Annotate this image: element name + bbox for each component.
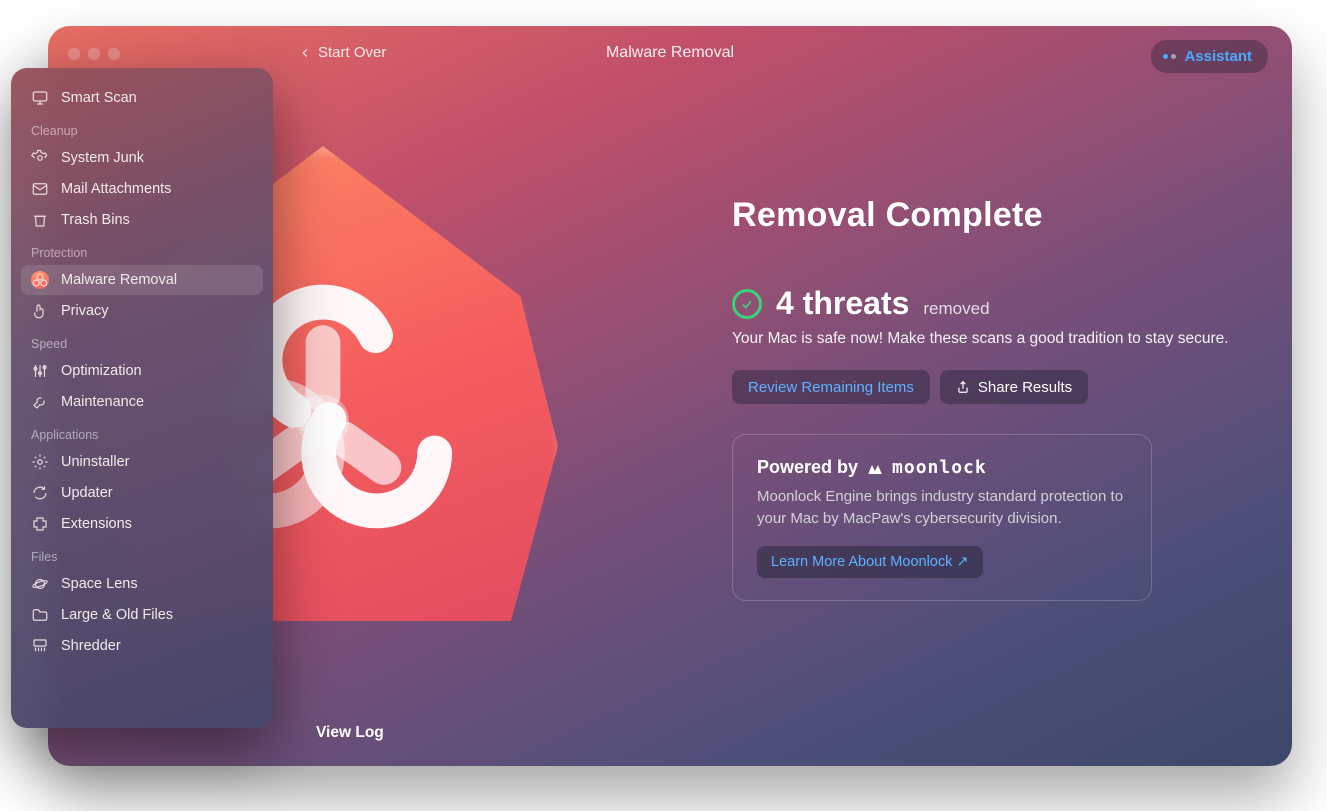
wrench-icon [31,393,49,411]
shredder-icon [31,637,49,655]
share-icon [956,380,970,394]
review-remaining-label: Review Remaining Items [748,379,914,396]
start-over-label: Start Over [318,44,386,61]
sidebar-item-updater[interactable]: Updater [21,478,263,508]
sidebar-item-label: System Junk [61,150,144,166]
sidebar-item-smart-scan[interactable]: Smart Scan [21,83,263,113]
sidebar-item-label: Shredder [61,638,121,654]
moonlock-heading: Powered by moonlock [757,457,1127,478]
moonlock-description: Moonlock Engine brings industry standard… [757,486,1127,530]
assistant-button[interactable]: Assistant [1151,40,1268,73]
sidebar-item-label: Updater [61,485,113,501]
share-results-label: Share Results [978,379,1072,396]
hand-icon [31,302,49,320]
monitor-icon [31,89,49,107]
sidebar-item-label: Extensions [61,516,132,532]
sidebar-section-files: Files [21,540,263,568]
result-content: Removal Complete 4 threats removed Your … [732,196,1244,601]
sidebar-item-space-lens[interactable]: Space Lens [21,569,263,599]
review-remaining-button[interactable]: Review Remaining Items [732,370,930,404]
view-log-button[interactable]: View Log [316,724,384,742]
sidebar-item-system-junk[interactable]: System Junk [21,143,263,173]
result-heading: Removal Complete [732,196,1244,235]
uninstall-icon [31,453,49,471]
sidebar-item-privacy[interactable]: Privacy [21,296,263,326]
sidebar-item-trash-bins[interactable]: Trash Bins [21,205,263,235]
folder-icon [31,606,49,624]
page-title: Malware Removal [606,44,734,62]
sidebar-section-applications: Applications [21,418,263,446]
action-buttons: Review Remaining Items Share Results [732,370,1244,404]
start-over-button[interactable]: Start Over [298,44,386,61]
learn-more-label: Learn More About Moonlock ↗ [771,554,969,570]
sidebar-item-shredder[interactable]: Shredder [21,631,263,661]
sidebar-item-label: Smart Scan [61,90,137,106]
trash-icon [31,211,49,229]
sidebar-item-large-old-files[interactable]: Large & Old Files [21,600,263,630]
sidebar-section-speed: Speed [21,327,263,355]
sidebar-item-label: Privacy [61,303,109,319]
threat-count: 4 threats [776,285,909,322]
gear-icon [31,149,49,167]
sidebar-section-cleanup: Cleanup [21,114,263,142]
share-results-button[interactable]: Share Results [940,370,1088,404]
puzzle-icon [31,515,49,533]
mail-icon [31,180,49,198]
sidebar-section-protection: Protection [21,236,263,264]
threat-suffix: removed [923,299,989,319]
refresh-icon [31,484,49,502]
sidebar-item-label: Maintenance [61,394,144,410]
sidebar: Smart Scan Cleanup System Junk Mail Atta… [11,68,273,728]
sidebar-item-label: Space Lens [61,576,138,592]
moonlock-brand: moonlock [892,457,987,478]
chevron-left-icon [298,46,312,60]
safe-message: Your Mac is safe now! Make these scans a… [732,330,1244,348]
sidebar-item-label: Uninstaller [61,454,130,470]
planet-icon [31,575,49,593]
threats-summary: 4 threats removed [732,285,1244,322]
powered-by-label: Powered by [757,457,858,478]
success-check-icon [732,289,762,319]
biohazard-small-icon [31,271,49,289]
sidebar-item-optimization[interactable]: Optimization [21,356,263,386]
sidebar-item-label: Malware Removal [61,272,177,288]
sliders-icon [31,362,49,380]
sidebar-item-label: Trash Bins [61,212,130,228]
moonlock-logo-icon [866,459,884,477]
moonlock-card: Powered by moonlock Moonlock Engine brin… [732,434,1152,601]
sidebar-item-label: Mail Attachments [61,181,171,197]
sidebar-item-maintenance[interactable]: Maintenance [21,387,263,417]
sidebar-item-mail-attachments[interactable]: Mail Attachments [21,174,263,204]
sidebar-item-extensions[interactable]: Extensions [21,509,263,539]
sidebar-item-malware-removal[interactable]: Malware Removal [21,265,263,295]
sidebar-item-label: Optimization [61,363,142,379]
assistant-indicator-icon [1163,54,1176,59]
assistant-label: Assistant [1184,48,1252,65]
sidebar-item-uninstaller[interactable]: Uninstaller [21,447,263,477]
sidebar-item-label: Large & Old Files [61,607,173,623]
learn-more-moonlock-button[interactable]: Learn More About Moonlock ↗ [757,546,983,578]
